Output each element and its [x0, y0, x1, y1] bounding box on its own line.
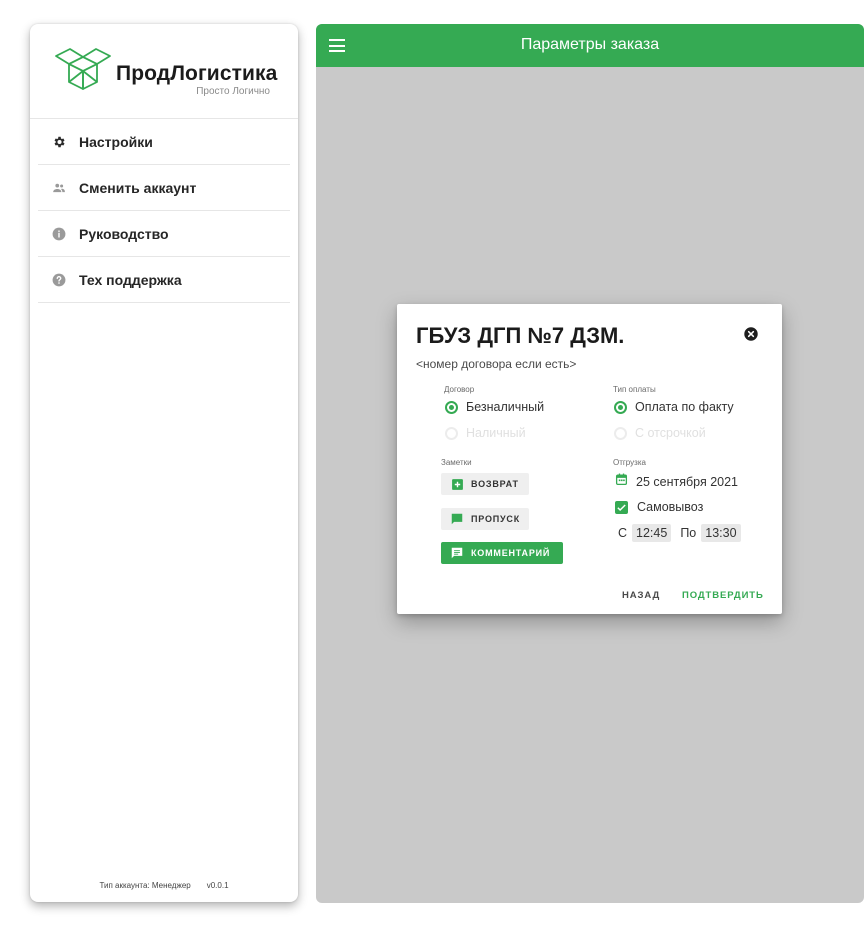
sidebar-item-label: Сменить аккаунт	[79, 179, 197, 196]
sidebar-item-settings[interactable]: Настройки	[38, 119, 290, 165]
sidebar-item-switch-account[interactable]: Сменить аккаунт	[38, 165, 290, 211]
message-icon	[450, 512, 464, 526]
radio-pay-on-fact[interactable]: Оплата по факту	[614, 400, 734, 414]
time-to-field[interactable]: 13:30	[701, 524, 741, 542]
sidebar-footer: Тип аккаунта: Менеджер v0.0.1	[30, 881, 298, 890]
sidebar-item-label: Настройки	[79, 133, 153, 150]
time-to-label: По	[680, 526, 697, 540]
sidebar-item-guide[interactable]: Руководство	[38, 211, 290, 257]
logo-tagline: Просто Логично	[196, 86, 270, 97]
contract-caption: Договор	[444, 385, 475, 394]
people-icon	[52, 181, 66, 195]
radio-label: Наличный	[466, 426, 526, 440]
return-button[interactable]: ВОЗВРАТ	[441, 473, 529, 495]
add-box-icon	[450, 477, 464, 491]
sidebar-item-label: Тех поддержка	[79, 271, 182, 288]
sidebar-item-support[interactable]: Тех поддержка	[38, 257, 290, 303]
logo: ПродЛогистика Просто Логично	[52, 44, 278, 97]
comment-button[interactable]: КОММЕНТАРИЙ	[441, 542, 563, 564]
checkbox-checked-icon	[615, 500, 628, 514]
calendar-icon	[615, 473, 628, 491]
radio-empty-icon	[614, 426, 627, 440]
return-button-label: ВОЗВРАТ	[471, 479, 519, 489]
radio-label: С отсрочкой	[635, 426, 706, 440]
sidebar-item-label: Руководство	[79, 225, 169, 242]
radio-selected-icon	[614, 400, 627, 414]
pickup-checkbox[interactable]: Самовывоз	[615, 500, 703, 514]
comment-button-label: КОММЕНТАРИЙ	[471, 548, 551, 558]
radio-deferred[interactable]: С отсрочкой	[614, 426, 706, 440]
sidebar: ПродЛогистика Просто Логично Настройки С…	[30, 24, 298, 902]
confirm-button[interactable]: ПОДТВЕРДИТЬ	[682, 590, 764, 601]
shipment-caption: Отгрузка	[613, 458, 646, 467]
notes-caption: Заметки	[441, 458, 472, 467]
box-logo-icon	[55, 48, 111, 90]
gear-icon	[52, 135, 66, 149]
radio-label: Оплата по факту	[635, 400, 734, 414]
radio-label: Безналичный	[466, 400, 545, 414]
order-params-dialog: ГБУЗ ДГП №7 ДЗМ. <номер договора если ес…	[397, 304, 782, 614]
contract-number: <номер договора если есть>	[416, 357, 577, 371]
info-icon	[52, 227, 66, 241]
back-button[interactable]: НАЗАД	[622, 590, 660, 601]
version-label: v0.0.1	[206, 881, 229, 890]
app-bar: Параметры заказа	[316, 24, 864, 67]
radio-cashless[interactable]: Безналичный	[445, 400, 544, 414]
skip-button[interactable]: ПРОПУСК	[441, 508, 529, 530]
dialog-title: ГБУЗ ДГП №7 ДЗМ.	[416, 323, 625, 348]
time-from-label: С	[618, 526, 628, 540]
pickup-label: Самовывоз	[637, 500, 704, 514]
time-from-field[interactable]: 12:45	[632, 524, 672, 542]
radio-empty-icon	[445, 426, 458, 440]
logo-name: ПродЛогистика	[116, 62, 278, 85]
payment-caption: Тип оплаты	[613, 385, 656, 394]
close-icon[interactable]	[744, 327, 758, 341]
radio-selected-icon	[445, 400, 458, 414]
radio-cash[interactable]: Наличный	[445, 426, 526, 440]
time-range: С 12:45 По 13:30	[618, 524, 741, 542]
help-icon	[52, 273, 66, 287]
sidebar-menu: Настройки Сменить аккаунт Руководство Те…	[38, 119, 290, 303]
shipment-date-picker[interactable]: 25 сентября 2021	[615, 473, 738, 491]
skip-button-label: ПРОПУСК	[471, 514, 521, 524]
page-title: Параметры заказа	[520, 36, 660, 53]
comment-icon	[450, 546, 464, 560]
shipment-date: 25 сентября 2021	[636, 475, 738, 489]
account-type-label: Тип аккаунта: Менеджер	[99, 881, 191, 890]
